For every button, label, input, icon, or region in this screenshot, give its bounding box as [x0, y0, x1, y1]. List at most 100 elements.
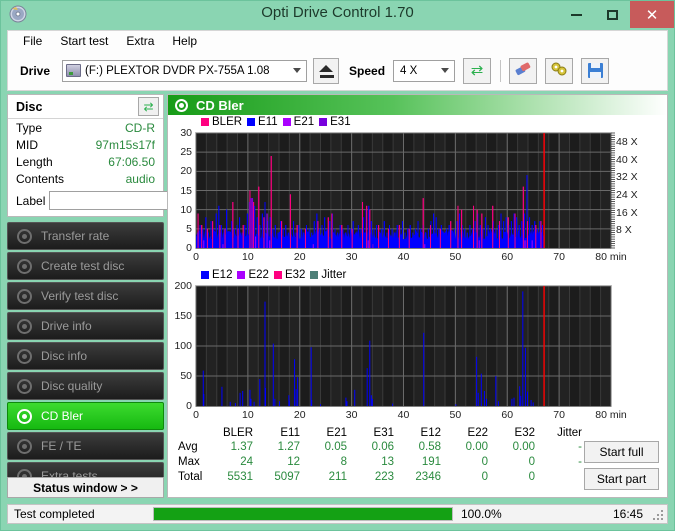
x-axis-tick: 10: [242, 409, 254, 421]
content-header: CD Bler: [168, 95, 667, 115]
stats-cell: 0: [528, 470, 535, 483]
disc-icon: [17, 228, 32, 244]
disc-row-value: CD-R: [125, 120, 155, 135]
menu-item-file[interactable]: File: [14, 32, 51, 50]
save-button[interactable]: [581, 57, 610, 84]
legend-label: E21: [293, 116, 315, 128]
x-axis-tick: 30: [345, 409, 358, 421]
y2-axis-tick: 48 X: [616, 135, 638, 148]
close-button[interactable]: ✕: [630, 1, 674, 28]
x-axis-tick: 50: [449, 409, 462, 421]
stats-cell: 0.00: [512, 440, 535, 453]
progress-percent: 100.0%: [461, 507, 502, 521]
menu-item-extra[interactable]: Extra: [117, 32, 163, 50]
disc-icon: [17, 348, 32, 364]
disc-row-key: Length: [16, 154, 53, 169]
chart-upper: 0 5 10 15 20 25 30 0 10 20 30 40 50 60 70 80 min 8 X 16 X…: [168, 127, 667, 264]
sidebar-item-drive-info[interactable]: Drive info: [7, 312, 164, 340]
menu-item-start-test[interactable]: Start test: [51, 32, 117, 50]
sidebar-item-disc-info[interactable]: Disc info: [7, 342, 164, 370]
x-axis-tick: 60: [501, 409, 514, 421]
disc-panel-title: Disc: [16, 99, 43, 114]
resize-grip[interactable]: [651, 508, 663, 520]
x-axis-tick: 10: [242, 251, 254, 263]
progress-fill: [154, 508, 452, 520]
sidebar-item-verify-test-disc[interactable]: Verify test disc: [7, 282, 164, 310]
sidebar-item-cd-bler[interactable]: CD Bler: [7, 402, 164, 430]
y2-axis-tick: 40 X: [616, 153, 638, 166]
disc-row-value: 97m15s17f: [95, 137, 155, 152]
stats-col-e21: E21: [326, 427, 347, 439]
nav-list: Transfer rate Create test disc Verify te…: [7, 222, 164, 490]
sidebar-item-label: Disc info: [41, 349, 88, 363]
sidebar-item-label: CD Bler: [41, 409, 84, 423]
status-window-button[interactable]: Status window > >: [7, 477, 164, 498]
sidebar-item-fe-te[interactable]: FE / TE: [7, 432, 164, 460]
legend-item-bler: BLER: [201, 116, 242, 128]
table-row: Total 5531 5097 211 223 2346 0 0: [168, 469, 586, 484]
sidebar-item-disc-quality[interactable]: Disc quality: [7, 372, 164, 400]
stats-cell: 12: [287, 455, 300, 468]
status-text: Test completed: [14, 507, 95, 521]
application-window: Opti Drive Control 1.70 ✕ File Start tes…: [0, 0, 675, 531]
x-axis-tick: 20: [293, 409, 306, 421]
start-full-button[interactable]: Start full: [584, 441, 659, 463]
tools-icon: [551, 62, 568, 80]
eject-button[interactable]: [313, 57, 340, 84]
drive-label: Drive: [20, 63, 51, 78]
disc-row-value: audio: [125, 171, 155, 186]
minimize-button[interactable]: [558, 1, 594, 28]
title-bar: Opti Drive Control 1.70 ✕: [1, 1, 674, 28]
y-axis-tick: 150: [174, 310, 192, 322]
chart-legend-upper: BLER E11 E21 E31: [168, 115, 667, 129]
y-axis-tick: 100: [174, 340, 192, 352]
menu-item-help[interactable]: Help: [163, 32, 206, 50]
legend-swatch: [282, 118, 291, 126]
stats-row-label: Avg: [178, 440, 198, 453]
close-icon: ✕: [645, 6, 659, 24]
stats-cell: 191: [421, 455, 441, 468]
stats-cell: -: [578, 440, 582, 453]
legend-label: E11: [258, 116, 278, 128]
stats-cell: 0: [528, 455, 535, 468]
x-axis-tick: 40: [397, 251, 410, 263]
refresh-button[interactable]: ⇄: [463, 57, 492, 84]
drive-select[interactable]: (F:) PLEXTOR DVDR PX-755A 1.08: [62, 59, 308, 82]
legend-label: E31: [330, 116, 351, 128]
stats-header-row: BLER E11 E21 E31 E12 E22 E32 Jitter: [168, 427, 586, 439]
x-axis-tick: 40: [397, 409, 410, 421]
sidebar-item-label: Drive info: [41, 319, 92, 333]
y-axis-tick: 5: [186, 222, 192, 235]
sidebar-item-transfer-rate[interactable]: Transfer rate: [7, 222, 164, 250]
stats-col-jitter: Jitter: [557, 427, 582, 439]
x-axis-tick: 0: [193, 251, 199, 263]
maximize-button[interactable]: [594, 1, 630, 28]
eject-icon: [319, 65, 334, 72]
x-axis-tick: 30: [345, 251, 358, 263]
x-axis-tick: 80 min: [595, 409, 627, 421]
y-axis-tick: 50: [180, 370, 192, 382]
stats-cell: 5531: [227, 470, 253, 483]
tools-button[interactable]: [545, 57, 574, 84]
disc-row-type: Type CD-R: [8, 119, 163, 136]
erase-button[interactable]: [509, 57, 538, 84]
speed-select[interactable]: 4 X: [393, 59, 456, 82]
disc-icon: [17, 408, 32, 424]
toolbar: Drive (F:) PLEXTOR DVDR PX-755A 1.08 Spe…: [7, 51, 668, 91]
chart-lower: 0 50 100 150 200 0 10 20 30 40 50 60 70 80 min: [168, 280, 667, 422]
stats-cell: 13: [381, 455, 394, 468]
table-row: Max 24 12 8 13 191 0 0 -: [168, 454, 586, 469]
y-axis-tick: 0: [186, 242, 192, 254]
save-icon: [587, 63, 603, 78]
stats-grid: BLER E11 E21 E31 E12 E22 E32 Jitter Avg …: [168, 427, 586, 484]
disc-refresh-button[interactable]: ⇄: [138, 97, 159, 116]
disc-row-key: Contents: [16, 171, 65, 186]
status-bar: Test completed 100.0% 16:45: [7, 504, 668, 524]
sidebar-item-create-test-disc[interactable]: Create test disc: [7, 252, 164, 280]
legend-item-e32: E32: [273, 269, 305, 281]
disc-row-length: Length 67:06.50: [8, 153, 163, 170]
legend-swatch: [319, 118, 328, 126]
y2-axis-tick: 8 X: [616, 224, 632, 237]
menu-bar: File Start test Extra Help: [7, 30, 668, 51]
start-part-button[interactable]: Start part: [584, 468, 659, 490]
